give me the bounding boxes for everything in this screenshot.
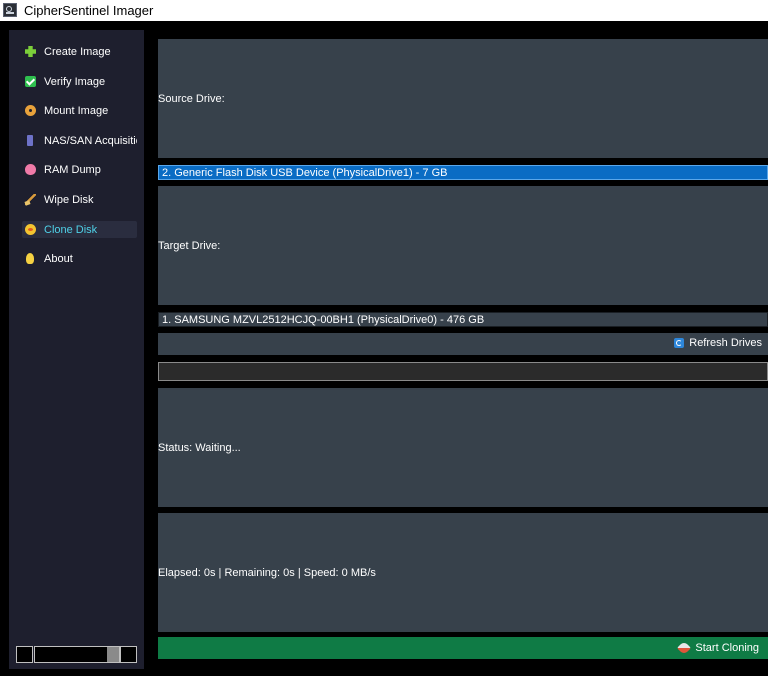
stats-text: Elapsed: 0s | Remaining: 0s | Speed: 0 M… xyxy=(158,566,376,579)
refresh-row: Refresh Drives xyxy=(158,333,768,355)
cd-icon xyxy=(25,224,36,235)
sidebar-item-verify-image[interactable]: Verify Image xyxy=(22,73,137,90)
refresh-icon xyxy=(674,338,685,348)
sidebar-item-nas-san[interactable]: NAS/SAN Acquisitic xyxy=(22,132,137,149)
sidebar-item-label: RAM Dump xyxy=(44,163,101,176)
scrollbar-thumb[interactable] xyxy=(107,647,119,662)
sidebar-item-label: Wipe Disk xyxy=(44,193,94,206)
sidebar-item-label: Clone Disk xyxy=(44,223,98,236)
sidebar-horizontal-scrollbar[interactable] xyxy=(16,646,137,663)
sidebar-item-create-image[interactable]: Create Image xyxy=(22,43,137,60)
scroll-right-button[interactable] xyxy=(120,646,137,663)
target-drive-value: 1. SAMSUNG MZVL2512HCJQ-00BH1 (PhysicalD… xyxy=(162,313,485,326)
brain-icon xyxy=(25,164,36,175)
source-drive-label: Source Drive: xyxy=(158,92,225,105)
refresh-drives-label: Refresh Drives xyxy=(689,337,762,349)
disc-icon xyxy=(25,105,36,116)
sidebar-item-wipe-disk[interactable]: Wipe Disk xyxy=(22,191,137,208)
sidebar-item-clone-disk[interactable]: Clone Disk xyxy=(22,221,137,238)
title-bar: CipherSentinel Imager xyxy=(0,0,768,21)
broom-icon xyxy=(25,194,36,205)
status-text: Status: Waiting... xyxy=(158,441,241,454)
start-cloning-label: Start Cloning xyxy=(695,642,759,654)
source-drive-value: 2. Generic Flash Disk USB Device (Physic… xyxy=(162,166,448,179)
start-cloning-button[interactable]: Start Cloning xyxy=(158,637,768,659)
server-icon xyxy=(27,135,33,146)
sidebar-item-mount-image[interactable]: Mount Image xyxy=(22,102,137,119)
rocket-icon xyxy=(677,640,692,656)
check-icon xyxy=(25,76,36,87)
window-title: CipherSentinel Imager xyxy=(24,3,154,18)
source-drive-label-panel: Source Drive: xyxy=(158,39,768,158)
target-drive-select[interactable]: 1. SAMSUNG MZVL2512HCJQ-00BH1 (PhysicalD… xyxy=(158,312,768,327)
sidebar-item-ram-dump[interactable]: RAM Dump xyxy=(22,161,137,178)
sidebar-item-label: NAS/SAN Acquisitic xyxy=(44,134,137,147)
clone-progress-bar xyxy=(158,362,768,381)
sidebar-item-label: Mount Image xyxy=(44,104,109,117)
sidebar-item-label: About xyxy=(44,252,73,265)
sidebar-item-label: Create Image xyxy=(44,45,111,58)
sidebar-item-label: Verify Image xyxy=(44,75,106,88)
bulb-icon xyxy=(26,253,34,264)
puzzle-icon xyxy=(25,46,36,57)
target-drive-label-panel: Target Drive: xyxy=(158,186,768,305)
app-icon xyxy=(3,3,17,17)
refresh-drives-button[interactable]: Refresh Drives xyxy=(674,337,762,349)
scroll-left-button[interactable] xyxy=(16,646,33,663)
status-panel: Status: Waiting... xyxy=(158,388,768,507)
sidebar-item-about[interactable]: About xyxy=(22,250,137,267)
stats-panel: Elapsed: 0s | Remaining: 0s | Speed: 0 M… xyxy=(158,513,768,632)
source-drive-select[interactable]: 2. Generic Flash Disk USB Device (Physic… xyxy=(158,165,768,180)
sidebar: Create Image Verify Image Mount Image NA… xyxy=(9,30,144,669)
target-drive-label: Target Drive: xyxy=(158,239,221,252)
